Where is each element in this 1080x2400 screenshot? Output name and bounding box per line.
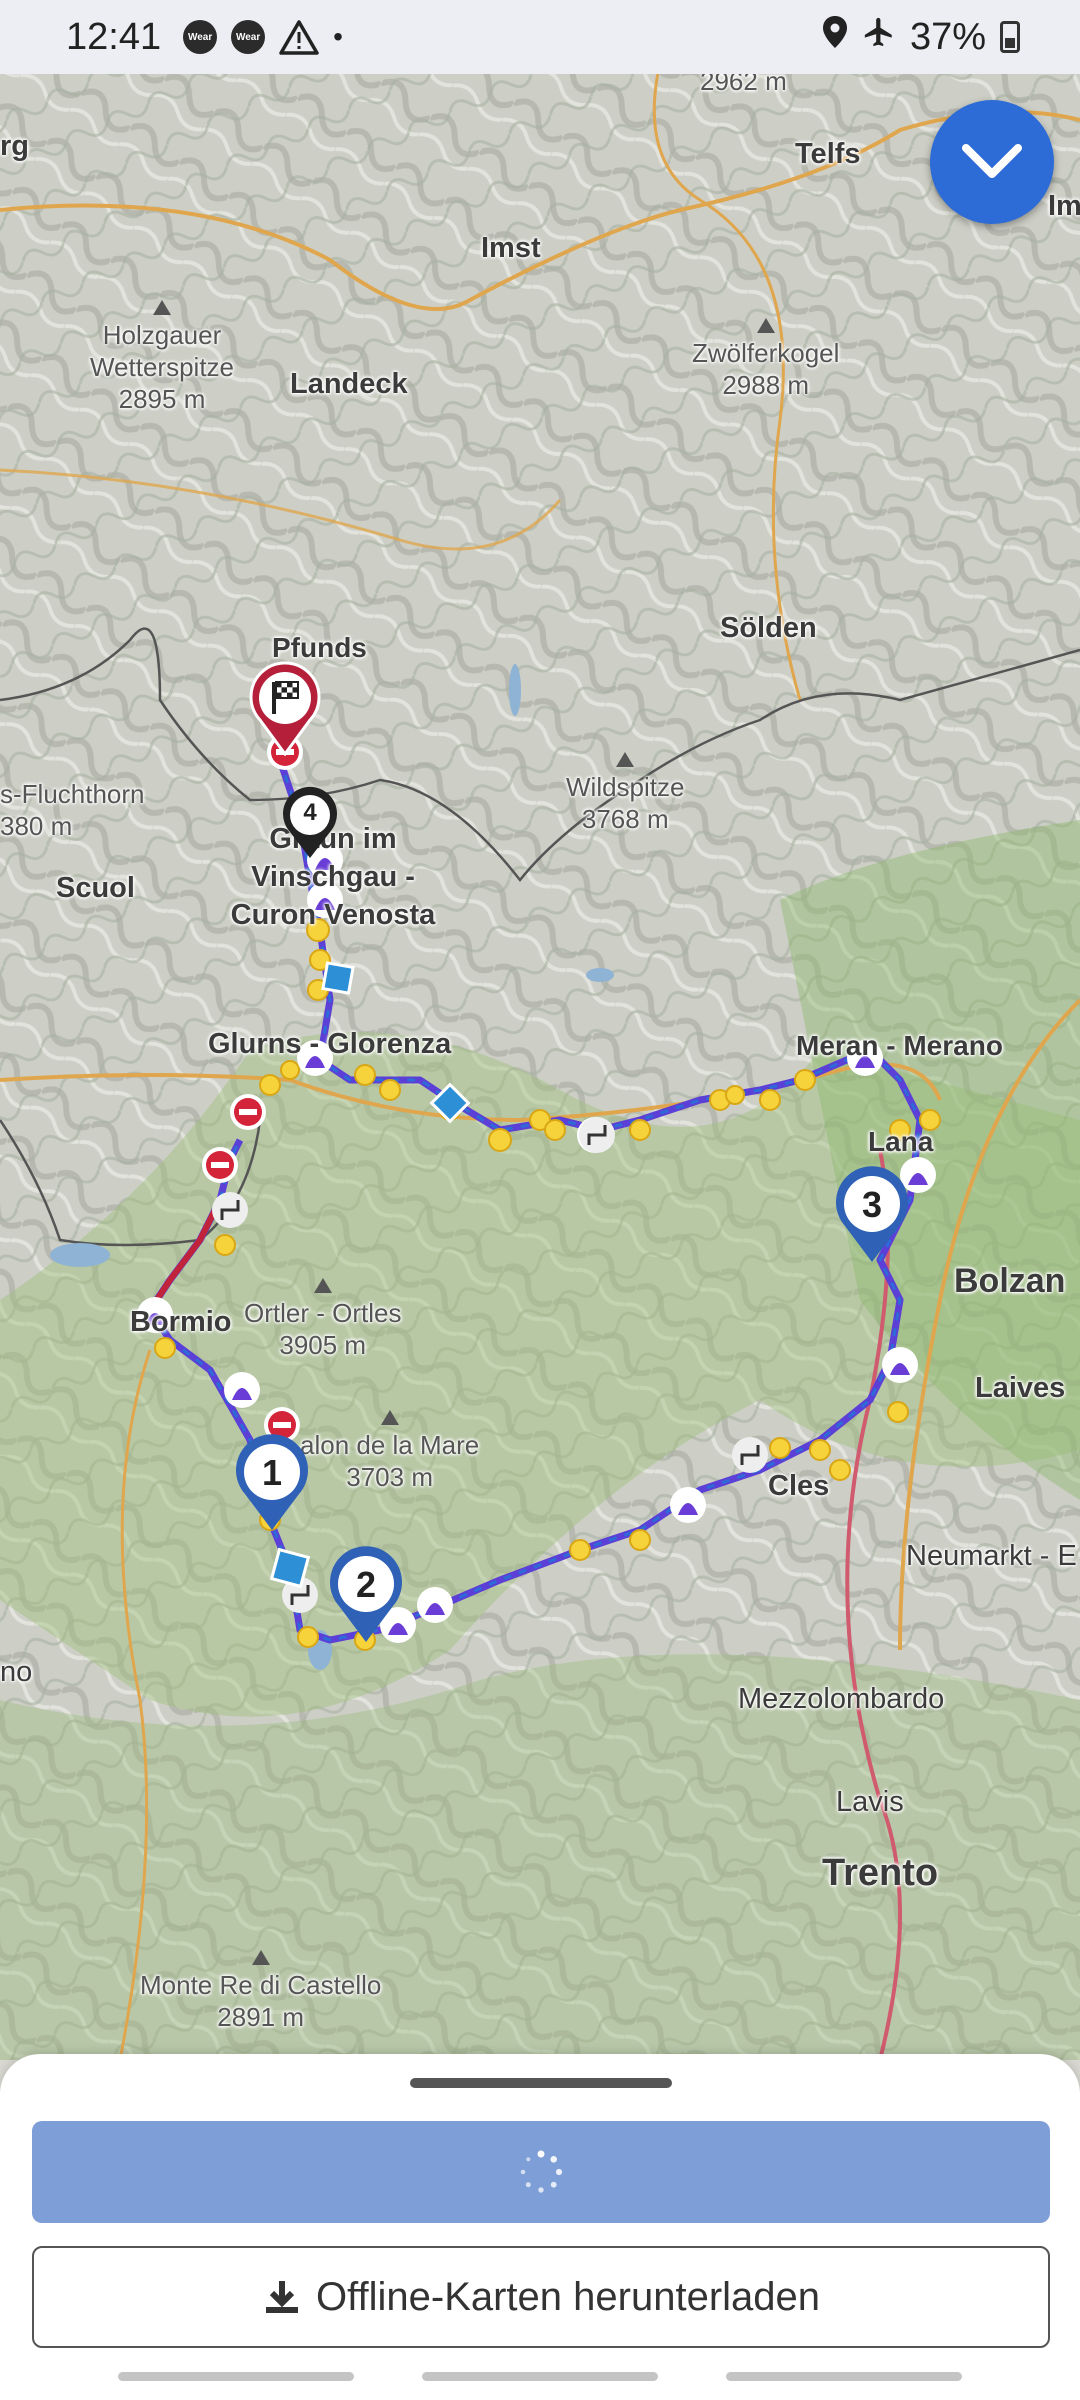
map-label-laives: Laives — [975, 1372, 1066, 1404]
status-time: 12:41 — [66, 15, 162, 58]
waypoint-marker-2[interactable]: 2 — [326, 1544, 406, 1644]
location-icon — [822, 15, 848, 59]
status-bar: 12:41 Wear Wear • 37% — [0, 0, 1080, 74]
waypoint-number: 1 — [261, 1452, 283, 1493]
waypoint-number: 3 — [861, 1184, 883, 1225]
map-label-cles: Cles — [768, 1470, 830, 1502]
map-label-lana: Lana — [868, 1126, 934, 1157]
map-label-mezzolombardo: Mezzolombardo — [738, 1683, 945, 1715]
waypoint-marker-1[interactable]: 1 — [232, 1432, 312, 1532]
map-label-soelden: Sölden — [720, 612, 817, 644]
map-peak-palon: alon de la Mare 3703 m — [300, 1410, 479, 1493]
map-peak-fluchthorn: s-Fluchthorn 380 m — [0, 779, 145, 841]
peak-icon — [380, 1410, 399, 1425]
map-label-lavis: Lavis — [836, 1786, 904, 1818]
map-label-neumarkt: Neumarkt - E — [906, 1540, 1077, 1572]
airplane-icon — [862, 15, 896, 59]
peak-icon — [153, 300, 171, 315]
wear-icon: Wear — [231, 20, 266, 54]
map-label-meran: Meran - Merano — [796, 1030, 1003, 1061]
download-icon — [265, 2281, 298, 2313]
primary-action-button[interactable] — [32, 2121, 1050, 2223]
peak-icon — [756, 318, 775, 333]
map-label-landeck: Landeck — [290, 368, 408, 400]
battery-percent: 37% — [909, 15, 986, 58]
map-label-imst: Imst — [481, 232, 541, 264]
warning-icon — [279, 19, 319, 55]
download-offline-maps-label: Offline-Karten herunterladen — [315, 2274, 821, 2319]
waypoint-number: 2 — [355, 1564, 377, 1605]
route-finish-marker[interactable] — [246, 660, 324, 757]
peak-icon — [616, 752, 635, 767]
nav-pill-right[interactable] — [726, 2372, 962, 2381]
notification-dot: • — [333, 21, 343, 52]
waypoint-marker-3[interactable]: 3 — [832, 1164, 912, 1264]
peak-icon — [251, 1950, 270, 1965]
loading-spinner-icon — [520, 2150, 563, 2193]
map-peak-ortler: Ortler - Ortles 3905 m — [244, 1278, 401, 1361]
waypoint-marker-4[interactable]: 4 — [280, 786, 340, 860]
map-peak-wildspitze: Wildspitze 3768 m — [566, 752, 684, 835]
map-peak-monte-re: Monte Re di Castello 2891 m — [140, 1950, 381, 2033]
map-label-scuol: Scuol — [56, 872, 135, 904]
nav-pill-center[interactable] — [422, 2372, 658, 2381]
map-label-trento: Trento — [822, 1852, 939, 1894]
map-label-edge-right: Im — [1048, 190, 1080, 222]
collapse-button[interactable] — [930, 100, 1054, 224]
map-label-telfs: Telfs — [795, 138, 861, 170]
navigation-bar — [0, 2372, 1080, 2384]
map-label-edge-bottom-left: no — [0, 1656, 33, 1688]
map-view[interactable]: 2962 m Telfs Imst Landeck Pfunds Sölden … — [0, 0, 1080, 2060]
drag-handle[interactable] — [410, 2078, 672, 2088]
chevron-down-icon — [962, 144, 1022, 178]
battery-icon — [1000, 21, 1020, 53]
nav-pill-left[interactable] — [118, 2372, 354, 2381]
wear-icon: Wear — [183, 20, 218, 54]
bottom-sheet: Offline-Karten herunterladen — [0, 2054, 1080, 2400]
map-peak-zwoelferkogel: Zwölferkogel 2988 m — [692, 318, 839, 401]
map-label-edge-left: rg — [0, 130, 29, 162]
download-offline-maps-button[interactable]: Offline-Karten herunterladen — [32, 2246, 1050, 2348]
peak-icon — [313, 1278, 332, 1293]
waypoint-number: 4 — [303, 799, 317, 826]
map-peak-holzgauer: Holzgauer Wetterspitze 2895 m — [82, 300, 242, 415]
map-label-glurns: Glurns - Glorenza — [208, 1028, 452, 1060]
map-label-bormio: Bormio — [130, 1306, 232, 1338]
map-label-bolzano: Bolzan — [954, 1262, 1066, 1300]
